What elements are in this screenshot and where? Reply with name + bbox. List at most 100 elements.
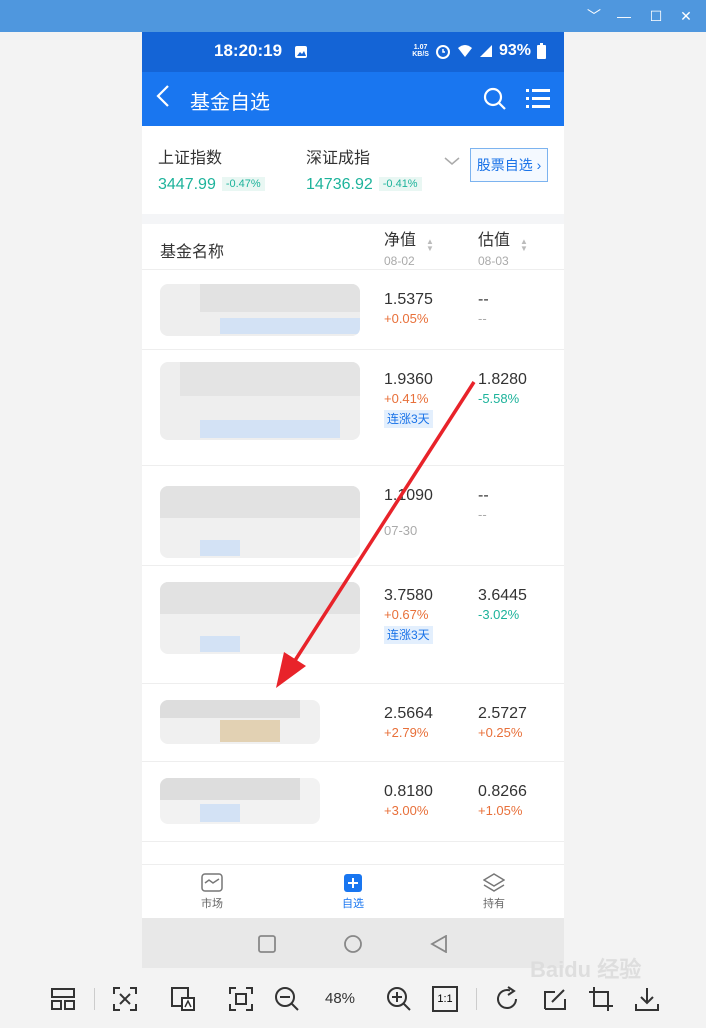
fit-window-icon[interactable] bbox=[112, 986, 138, 1012]
tab-holdings-label: 持有 bbox=[483, 898, 505, 910]
col-nav-date: 08-02 bbox=[384, 254, 415, 268]
close-button[interactable]: ✕ bbox=[676, 6, 696, 26]
tab-holdings[interactable]: 持有 bbox=[464, 873, 524, 911]
net-speed: 1.07 KB/S bbox=[412, 44, 429, 58]
collapse-icon[interactable]: ﹀ bbox=[584, 6, 604, 26]
rotate-icon[interactable] bbox=[494, 986, 520, 1012]
status-bar: 18:20:19 1.07 KB/S 93% bbox=[142, 32, 564, 72]
section-divider bbox=[142, 214, 564, 224]
estimate-change: -- bbox=[478, 507, 487, 522]
col-fund-name: 基金名称 bbox=[160, 244, 225, 261]
bottom-tab-bar: 市场 自选 持有 bbox=[142, 864, 564, 918]
estimate-change: +1.05% bbox=[478, 803, 523, 818]
streak-badge: 连涨3天 bbox=[384, 410, 433, 428]
col-nav[interactable]: 净值 08-02 bbox=[384, 226, 416, 268]
zoom-level: 48% bbox=[325, 990, 356, 1007]
col-estimate[interactable]: 估值 08-03 bbox=[478, 226, 510, 268]
chevron-down-icon[interactable] bbox=[444, 156, 460, 166]
tab-watchlist[interactable]: 自选 bbox=[323, 873, 383, 911]
market-icon bbox=[201, 873, 223, 892]
holdings-icon bbox=[483, 873, 505, 892]
fullscreen-icon[interactable] bbox=[228, 986, 254, 1012]
battery-icon bbox=[537, 43, 546, 59]
stock-watchlist-label: 股票自选 bbox=[476, 157, 533, 173]
nav-change: +3.00% bbox=[384, 803, 429, 818]
maximize-button[interactable]: ☐ bbox=[646, 6, 666, 26]
table-row[interactable]: 1.1090 07-30 -- -- bbox=[142, 466, 564, 566]
phone-screen: 18:20:19 1.07 KB/S 93% 基金自选 上证指数 3447.99-… bbox=[142, 32, 564, 968]
index-change: -0.47% bbox=[221, 177, 265, 191]
nav-cell: 0.8180 +3.00% bbox=[384, 782, 433, 820]
fund-name-blurred bbox=[160, 700, 320, 744]
toolbar-divider bbox=[476, 988, 477, 1010]
home-icon[interactable] bbox=[343, 934, 363, 954]
table-header: 基金名称 净值 08-02 ▲ ▼ 估值 08-03 ▲ ▼ bbox=[142, 224, 564, 270]
table-row[interactable]: 1.9360 +0.41% 连涨3天 1.8280 -5.58% bbox=[142, 350, 564, 466]
crop-icon[interactable] bbox=[588, 986, 614, 1012]
zoom-in-icon[interactable] bbox=[386, 986, 412, 1012]
fund-name-blurred bbox=[160, 284, 360, 336]
estimate-value: 3.6445 bbox=[478, 587, 527, 604]
nav-cell: 1.5375 +0.05% bbox=[384, 290, 433, 328]
tab-market[interactable]: 市场 bbox=[182, 873, 242, 911]
nav-change: +2.79% bbox=[384, 725, 429, 740]
estimate-change: -3.02% bbox=[478, 607, 520, 622]
nav-value: 1.5375 bbox=[384, 291, 433, 308]
toolbar-divider bbox=[94, 988, 95, 1010]
status-indicators: 1.07 KB/S 93% bbox=[412, 42, 546, 60]
table-row[interactable]: 3.7580 +0.67% 连涨3天 3.6445 -3.02% bbox=[142, 566, 564, 684]
back-nav-icon[interactable] bbox=[430, 935, 448, 953]
col-nav-label: 净值 bbox=[384, 232, 417, 249]
table-row[interactable]: 1.5375 +0.05% -- -- bbox=[142, 270, 564, 350]
fund-name-blurred bbox=[160, 362, 360, 440]
estimate-change: -5.58% bbox=[478, 391, 520, 406]
sort-icon[interactable]: ▲ ▼ bbox=[520, 238, 528, 253]
fund-name-blurred bbox=[160, 582, 360, 654]
tab-watchlist-label: 自选 bbox=[342, 898, 364, 910]
nav-value: 0.8180 bbox=[384, 783, 433, 800]
menu-icon[interactable] bbox=[526, 87, 550, 111]
nav-value: 1.9360 bbox=[384, 371, 433, 388]
sort-icon[interactable]: ▲ ▼ bbox=[426, 238, 434, 253]
estimate-value: 2.5727 bbox=[478, 705, 527, 722]
back-icon[interactable] bbox=[156, 84, 170, 113]
index-change: -0.41% bbox=[378, 177, 422, 191]
thumbnails-icon[interactable] bbox=[50, 986, 76, 1012]
nav-value: 1.1090 bbox=[384, 487, 433, 504]
estimate-cell: -- -- bbox=[478, 486, 489, 524]
zoom-out-icon[interactable] bbox=[274, 986, 300, 1012]
recents-icon[interactable] bbox=[258, 935, 276, 953]
image-icon bbox=[295, 46, 307, 58]
ocr-icon[interactable] bbox=[170, 986, 196, 1012]
alarm-icon bbox=[435, 45, 450, 59]
nav-cell: 2.5664 +2.79% bbox=[384, 704, 433, 742]
index-name: 上证指数 bbox=[158, 150, 223, 167]
stock-watchlist-button[interactable]: 股票自选 › bbox=[470, 148, 548, 182]
fund-name-blurred bbox=[160, 486, 360, 558]
search-icon[interactable] bbox=[482, 86, 508, 112]
col-estimate-label: 估值 bbox=[478, 232, 511, 249]
watchlist-icon bbox=[344, 874, 362, 892]
table-row[interactable]: 2.5664 +2.79% 2.5727 +0.25% bbox=[142, 684, 564, 762]
download-icon[interactable] bbox=[634, 986, 660, 1012]
tab-market-label: 市场 bbox=[201, 898, 223, 910]
actual-size-button[interactable]: 1:1 bbox=[432, 986, 458, 1012]
market-index-bar: 上证指数 3447.99 -0.47% 深证成指 14736.92 -0.41% 股… bbox=[142, 126, 564, 214]
nav-change: +0.67% bbox=[384, 607, 429, 622]
index-shanghai[interactable]: 上证指数 3447.99 -0.47% bbox=[158, 144, 265, 194]
nav-date: 07-30 bbox=[384, 523, 418, 538]
table-row[interactable]: 0.8180 +3.00% 0.8266 +1.05% bbox=[142, 762, 564, 842]
net-speed-unit: KB/S bbox=[412, 51, 429, 58]
status-time: 18:20:19 bbox=[214, 41, 283, 60]
estimate-change: +0.25% bbox=[478, 725, 523, 740]
nav-value: 3.7580 bbox=[384, 587, 433, 604]
index-value: 14736.92 bbox=[306, 176, 373, 193]
edit-icon[interactable] bbox=[542, 986, 568, 1012]
system-nav-bar bbox=[142, 918, 564, 968]
estimate-cell: 0.8266 +1.05% bbox=[478, 782, 527, 820]
nav-bar: 基金自选 bbox=[142, 72, 564, 126]
index-value: 3447.99 bbox=[158, 176, 216, 193]
minimize-button[interactable]: — bbox=[614, 6, 634, 26]
estimate-value: -- bbox=[478, 487, 489, 504]
index-shenzhen[interactable]: 深证成指 14736.92 -0.41% bbox=[306, 144, 422, 194]
